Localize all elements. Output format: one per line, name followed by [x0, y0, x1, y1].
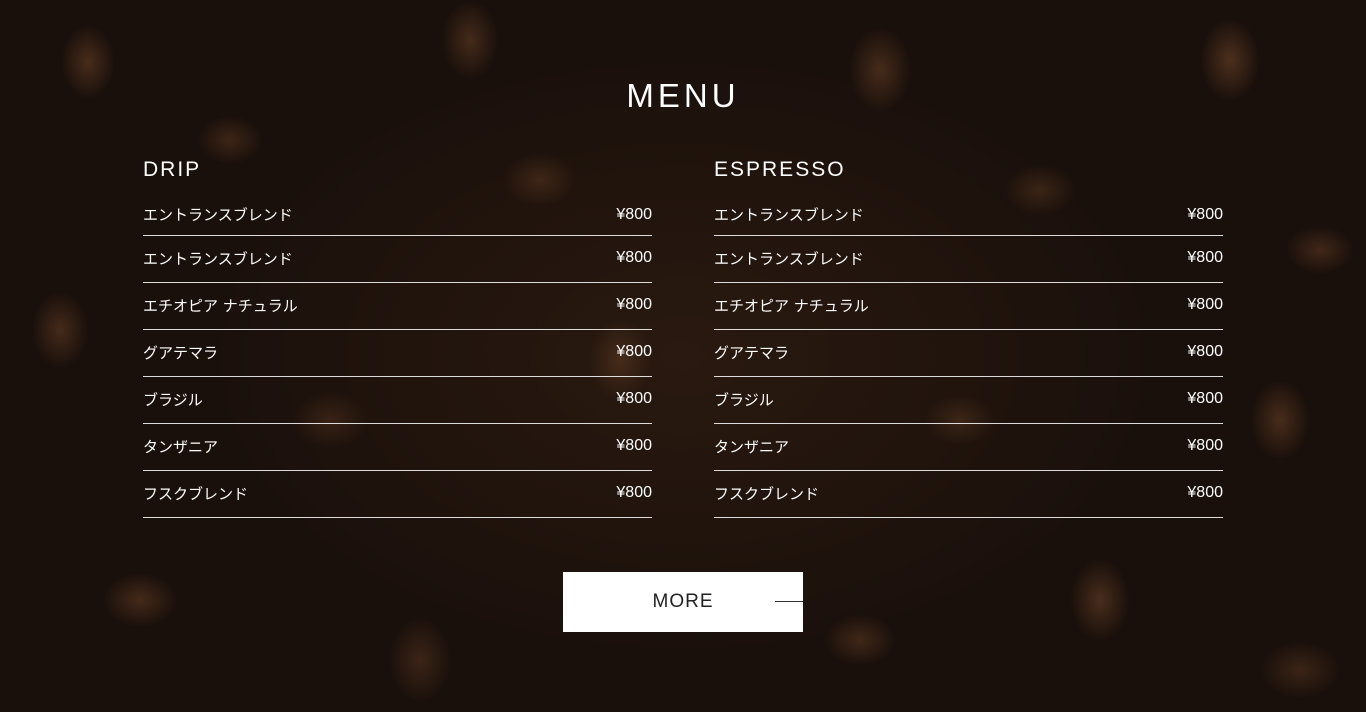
item-name: フスクブレンド [714, 484, 820, 503]
page-title: MENU [626, 77, 740, 114]
list-item: フスクブレンド ¥800 [143, 471, 652, 518]
list-item: タンザニア ¥800 [714, 424, 1223, 471]
espresso-section: ESPRESSO エントランスブレンド ¥800 エントランスブレンド ¥800 エ… [714, 156, 1223, 518]
item-name: エントランスブレンド [714, 249, 864, 268]
item-name: タンザニア [714, 437, 790, 456]
item-name: グアテマラ [714, 343, 790, 362]
item-name: タンザニア [143, 437, 219, 456]
list-item: ブラジル ¥800 [143, 377, 652, 424]
item-name: ブラジル [714, 390, 774, 409]
item-price: ¥800 [616, 390, 652, 407]
item-price: ¥800 [616, 343, 652, 360]
item-name: エントランスブレンド [143, 206, 293, 224]
item-name: ブラジル [143, 390, 203, 409]
item-price: ¥800 [616, 484, 652, 501]
section-heading-drip: DRIP [143, 158, 202, 181]
item-price: ¥800 [1187, 484, 1223, 501]
more-button-label: MORE [652, 591, 714, 612]
list-item: エチオピア ナチュラル ¥800 [143, 283, 652, 330]
item-name: エントランスブレンド [143, 249, 293, 268]
list-item: エントランスブレンド ¥800 [143, 236, 652, 283]
section-heading-espresso: ESPRESSO [714, 158, 846, 181]
item-name: エントランスブレンド [714, 206, 864, 224]
item-price: ¥800 [616, 249, 652, 266]
more-button[interactable]: MORE [563, 572, 803, 632]
list-item: エントランスブレンド ¥800 [714, 196, 1223, 236]
item-name: エチオピア ナチュラル [714, 296, 869, 315]
item-price: ¥800 [616, 296, 652, 313]
item-price: ¥800 [616, 205, 652, 223]
item-price: ¥800 [1187, 296, 1223, 313]
list-item: タンザニア ¥800 [143, 424, 652, 471]
list-item: フスクブレンド ¥800 [714, 471, 1223, 518]
list-item: エントランスブレンド ¥800 [143, 196, 652, 236]
drip-item-list: エントランスブレンド ¥800 エントランスブレンド ¥800 エチオピア ナチュラ… [143, 196, 652, 518]
item-price: ¥800 [1187, 390, 1223, 407]
item-name: エチオピア ナチュラル [143, 296, 298, 315]
item-price: ¥800 [1187, 437, 1223, 454]
arrow-line-icon [775, 601, 803, 602]
list-item: グアテマラ ¥800 [143, 330, 652, 377]
drip-section: DRIP エントランスブレンド ¥800 エントランスブレンド ¥800 エチオピア… [143, 156, 652, 518]
item-price: ¥800 [1187, 343, 1223, 360]
item-name: グアテマラ [143, 343, 219, 362]
item-name: フスクブレンド [143, 484, 249, 503]
list-item: エントランスブレンド ¥800 [714, 236, 1223, 283]
list-item: グアテマラ ¥800 [714, 330, 1223, 377]
item-price: ¥800 [1187, 205, 1223, 223]
item-price: ¥800 [616, 437, 652, 454]
espresso-item-list: エントランスブレンド ¥800 エントランスブレンド ¥800 エチオピア ナチュラ… [714, 196, 1223, 518]
list-item: ブラジル ¥800 [714, 377, 1223, 424]
list-item: エチオピア ナチュラル ¥800 [714, 283, 1223, 330]
item-price: ¥800 [1187, 249, 1223, 266]
